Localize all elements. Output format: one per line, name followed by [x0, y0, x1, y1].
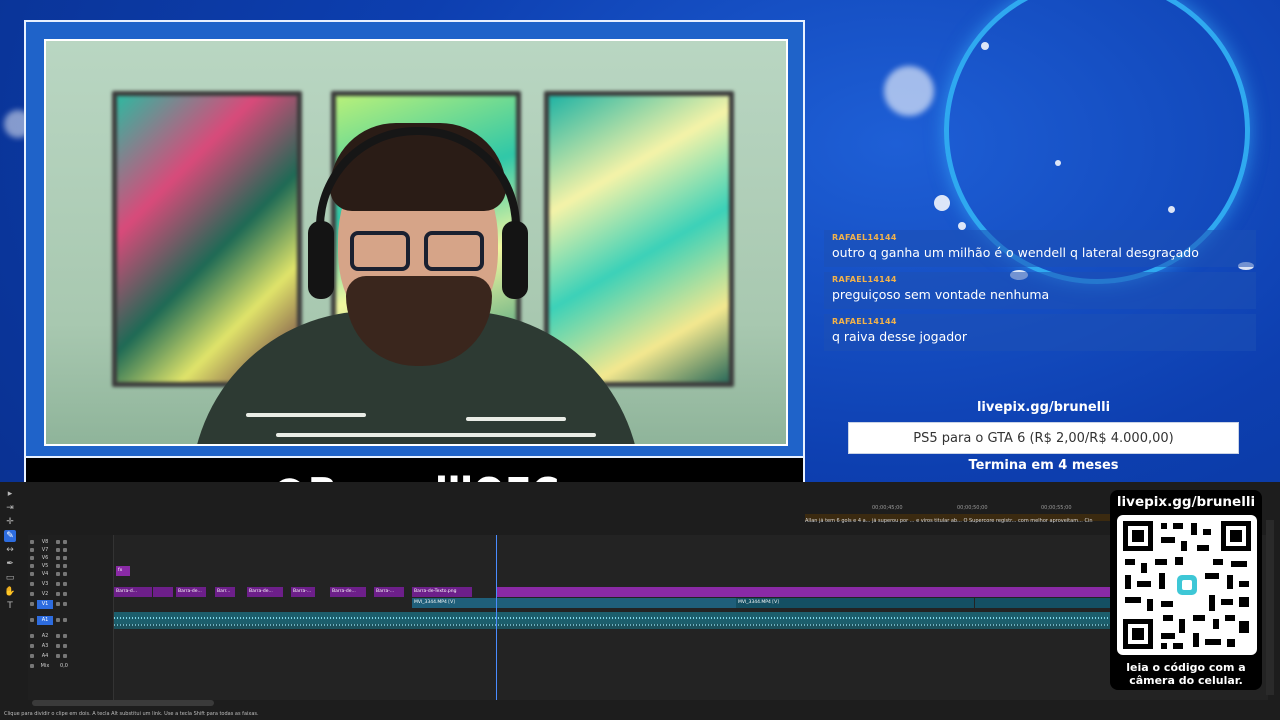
- qr-caption-line: leia o código com a: [1126, 661, 1246, 674]
- shirt-stripe: [246, 413, 366, 417]
- hand-tool-icon[interactable]: ✋: [4, 586, 16, 598]
- text-clip[interactable]: Barra-de...: [247, 587, 283, 597]
- chat-text: q raiva desse jogador: [832, 329, 967, 344]
- decor-snow: [958, 222, 966, 230]
- chat-message: RAFAEL14144 q raiva desse jogador: [824, 314, 1256, 351]
- type-tool-icon[interactable]: T: [4, 600, 16, 612]
- razor-tool-icon[interactable]: ✎: [4, 530, 16, 542]
- chat-overlay: RAFAEL14144 outro q ganha um milhão é o …: [824, 230, 1256, 356]
- chat-text: preguiçoso sem vontade nenhuma: [832, 287, 1050, 302]
- text-clip[interactable]: Barra-d...: [114, 587, 152, 597]
- selection-tool-icon[interactable]: ▸: [4, 488, 16, 500]
- status-hint: Clique para dividir o clipe em dois. A t…: [4, 711, 259, 717]
- text-clip[interactable]: Barr...: [215, 587, 235, 597]
- chat-text: outro q ganha um milhão é o wendell q la…: [832, 245, 1199, 260]
- playhead[interactable]: [496, 535, 497, 700]
- glasses-right: [424, 231, 484, 271]
- headphones-right: [502, 221, 528, 299]
- decor-snow: [884, 66, 934, 116]
- track-header[interactable]: A3: [28, 641, 114, 651]
- timeline-zoom-scrollbar[interactable]: [32, 700, 214, 706]
- webcam-frame: [24, 20, 805, 458]
- text-clip[interactable]: Barra-...: [374, 587, 404, 597]
- chat-message: RAFAEL14144 outro q ganha um milhão é o …: [824, 230, 1256, 267]
- goal-progress-bar: PS5 para o GTA 6 (R$ 2,00/R$ 4.000,00): [848, 422, 1239, 454]
- shirt-stripe: [276, 433, 596, 437]
- text-clip[interactable]: [496, 587, 1110, 597]
- decor-snow: [934, 195, 950, 211]
- video-clip[interactable]: MVI_3344.MP4 [V]: [412, 598, 736, 608]
- ripple-edit-tool-icon[interactable]: ✛: [4, 516, 16, 528]
- tool-palette: ▸ ⇥ ✛ ✎ ↔ ✒ ▭ ✋ T: [4, 488, 18, 614]
- decor-snow: [981, 42, 989, 50]
- headphones-left: [308, 221, 334, 299]
- goal-ends: Termina em 4 meses: [968, 458, 1119, 473]
- track-header[interactable]: A4: [28, 651, 114, 661]
- track-select-tool-icon[interactable]: ⇥: [4, 502, 16, 514]
- chat-username: RAFAEL14144: [832, 233, 897, 242]
- track-header[interactable]: A2: [28, 631, 114, 641]
- qr-url: livepix.gg/brunelli: [1116, 494, 1256, 510]
- vertical-scrollbar[interactable]: [1266, 520, 1274, 695]
- audio-clip[interactable]: [114, 619, 1110, 629]
- chat-message: RAFAEL14144 preguiçoso sem vontade nenhu…: [824, 272, 1256, 309]
- qr-code-graphic: [1123, 521, 1251, 649]
- track-header[interactable]: V4: [28, 569, 114, 579]
- ruler-tick: 00;00;55;00: [1041, 505, 1072, 511]
- track-headers: V8 V7 V6 V5 V4 V3 V2 V1 A1 A2 A3 A4 Mix 0…: [28, 535, 114, 700]
- ruler-tick: 00;00;45;00: [872, 505, 903, 511]
- glasses-left: [350, 231, 410, 271]
- text-clip[interactable]: Barra-de-Texto.png: [412, 587, 472, 597]
- ruler-tick: 00;00;50;00: [957, 505, 988, 511]
- caption-track[interactable]: Allan já tem 6 gols e 4 a... já superou …: [805, 518, 1110, 528]
- webcam-feed: [44, 39, 788, 446]
- decor-snow: [1055, 160, 1061, 166]
- pen-tool-icon[interactable]: ✒: [4, 558, 16, 570]
- qr-caption-line: câmera do celular.: [1129, 674, 1243, 687]
- fx-clip[interactable]: fx: [116, 566, 130, 576]
- track-header[interactable]: V1: [28, 599, 114, 609]
- text-clip[interactable]: Barra-de...: [176, 587, 206, 597]
- track-header[interactable]: V2: [28, 589, 114, 599]
- rectangle-tool-icon[interactable]: ▭: [4, 572, 16, 584]
- shirt-stripe: [466, 417, 566, 421]
- chat-username: RAFAEL14144: [832, 275, 897, 284]
- track-header[interactable]: V3: [28, 579, 114, 589]
- text-clip[interactable]: Barra-...: [291, 587, 315, 597]
- stream-screen: @BrunelliOFC RAFAEL14144 outro q ganha u…: [0, 0, 1280, 720]
- goal-text: PS5 para o GTA 6 (R$ 2,00/R$ 4.000,00): [913, 430, 1174, 446]
- track-header[interactable]: A1: [28, 615, 114, 625]
- decor-snow: [1168, 206, 1175, 213]
- slip-tool-icon[interactable]: ↔: [4, 544, 16, 556]
- qr-code-icon: [1117, 515, 1257, 655]
- track-header[interactable]: Mix 0,0: [28, 661, 114, 671]
- text-clip[interactable]: Barra-de...: [330, 587, 366, 597]
- text-clip[interactable]: [153, 587, 173, 597]
- video-clip[interactable]: MVI_3344.MP4 [V]: [736, 598, 974, 608]
- video-clip[interactable]: [975, 598, 1110, 608]
- qr-caption: leia o código com a câmera do celular.: [1110, 661, 1262, 687]
- wall-painting: [544, 91, 734, 387]
- goal-url: livepix.gg/brunelli: [976, 400, 1111, 415]
- chat-username: RAFAEL14144: [832, 317, 897, 326]
